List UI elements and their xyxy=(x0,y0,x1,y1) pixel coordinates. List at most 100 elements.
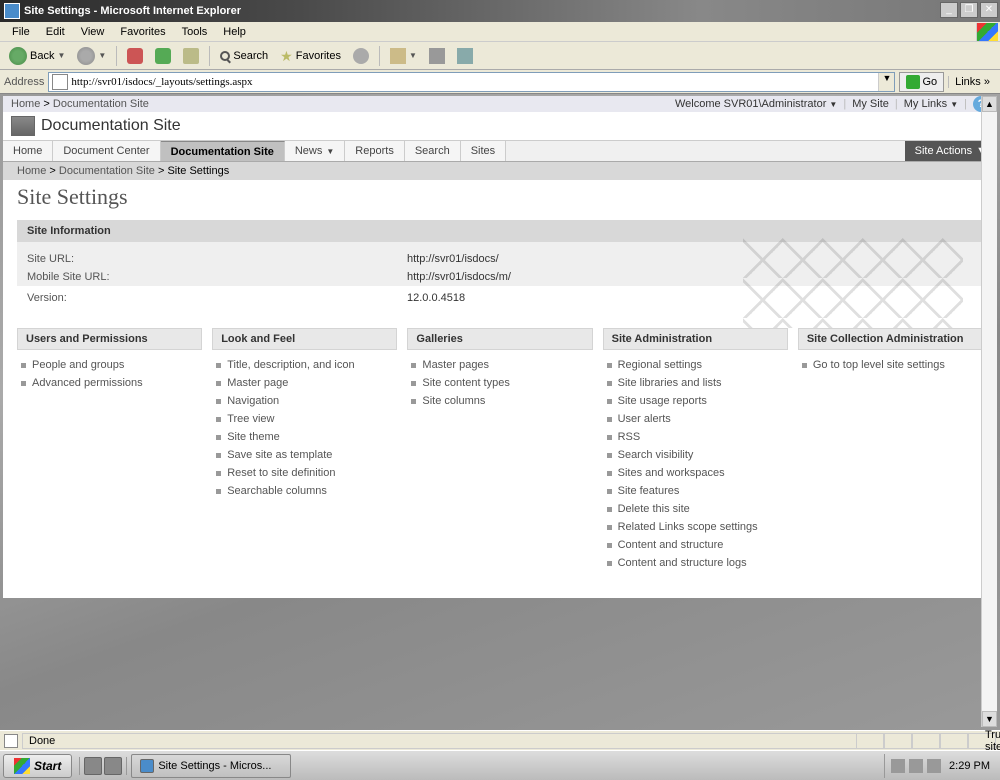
ql-desktop-icon[interactable] xyxy=(84,757,102,775)
settings-link-label[interactable]: People and groups xyxy=(32,359,124,371)
settings-link-label[interactable]: RSS xyxy=(618,431,641,443)
settings-link[interactable]: Delete this site xyxy=(607,500,784,518)
address-input-wrap[interactable]: ▼ xyxy=(48,72,895,92)
settings-link-label[interactable]: Delete this site xyxy=(618,503,690,515)
tab-documentation-site[interactable]: Documentation Site xyxy=(161,141,285,161)
settings-link-label[interactable]: Related Links scope settings xyxy=(618,521,758,533)
welcome-menu[interactable]: Welcome SVR01\Administrator ▼ xyxy=(675,98,837,110)
settings-link-label[interactable]: Site columns xyxy=(422,395,485,407)
settings-link[interactable]: Regional settings xyxy=(607,356,784,374)
settings-link-label[interactable]: Navigation xyxy=(227,395,279,407)
tray-icon[interactable] xyxy=(891,759,905,773)
tab-search[interactable]: Search xyxy=(405,141,461,161)
address-dropdown[interactable]: ▼ xyxy=(878,73,894,91)
scroll-track[interactable] xyxy=(982,112,997,711)
ql-ie-icon[interactable] xyxy=(104,757,122,775)
settings-link-label[interactable]: Content and structure logs xyxy=(618,557,747,569)
settings-link-label[interactable]: Master pages xyxy=(422,359,489,371)
menu-edit[interactable]: Edit xyxy=(38,24,73,40)
search-button[interactable]: Search xyxy=(215,47,273,65)
crumb-home[interactable]: Home xyxy=(17,165,46,177)
settings-link-label[interactable]: Search visibility xyxy=(618,449,694,461)
settings-link[interactable]: Reset to site definition xyxy=(216,464,393,482)
tray-icon[interactable] xyxy=(909,759,923,773)
menu-file[interactable]: File xyxy=(4,24,38,40)
settings-link-label[interactable]: Site theme xyxy=(227,431,280,443)
tray-icon[interactable] xyxy=(927,759,941,773)
settings-link[interactable]: People and groups xyxy=(21,356,198,374)
taskbar-task[interactable]: Site Settings - Micros... xyxy=(131,754,291,778)
chevron-down-icon[interactable]: ▼ xyxy=(57,51,65,60)
favorites-button[interactable]: ★ Favorites xyxy=(275,45,346,67)
tab-home[interactable]: Home xyxy=(3,141,53,161)
settings-link[interactable]: Site usage reports xyxy=(607,392,784,410)
settings-link-label[interactable]: Site features xyxy=(618,485,680,497)
settings-link-label[interactable]: Title, description, and icon xyxy=(227,359,354,371)
crumb-docsite[interactable]: Documentation Site xyxy=(59,165,155,177)
go-button[interactable]: Go xyxy=(899,72,944,92)
settings-link-label[interactable]: Save site as template xyxy=(227,449,332,461)
settings-link[interactable]: Master pages xyxy=(411,356,588,374)
refresh-button[interactable] xyxy=(150,45,176,67)
menu-tools[interactable]: Tools xyxy=(174,24,216,40)
home-button[interactable] xyxy=(178,45,204,67)
start-button[interactable]: Start xyxy=(3,754,72,778)
settings-link[interactable]: Master page xyxy=(216,374,393,392)
menu-view[interactable]: View xyxy=(73,24,113,40)
mail-button[interactable]: ▼ xyxy=(385,45,422,67)
settings-link[interactable]: Site features xyxy=(607,482,784,500)
settings-link-label[interactable]: Site usage reports xyxy=(618,395,707,407)
settings-link-label[interactable]: Site content types xyxy=(422,377,509,389)
settings-link[interactable]: Save site as template xyxy=(216,446,393,464)
settings-link-label[interactable]: Tree view xyxy=(227,413,274,425)
settings-link-label[interactable]: Regional settings xyxy=(618,359,702,371)
settings-link[interactable]: Searchable columns xyxy=(216,482,393,500)
menu-help[interactable]: Help xyxy=(215,24,254,40)
settings-link-label[interactable]: Sites and workspaces xyxy=(618,467,725,479)
settings-link[interactable]: Advanced permissions xyxy=(21,374,198,392)
tab-sites[interactable]: Sites xyxy=(461,141,506,161)
tab-news[interactable]: News▼ xyxy=(285,141,345,161)
scroll-up-button[interactable]: ▲ xyxy=(982,96,997,112)
chevron-down-icon[interactable]: ▼ xyxy=(98,51,106,60)
stop-button[interactable] xyxy=(122,45,148,67)
settings-link[interactable]: Site libraries and lists xyxy=(607,374,784,392)
vertical-scrollbar[interactable]: ▲ ▼ xyxy=(981,96,997,727)
settings-link-label[interactable]: Reset to site definition xyxy=(227,467,335,479)
close-button[interactable]: ✕ xyxy=(980,2,998,18)
settings-link[interactable]: Site columns xyxy=(411,392,588,410)
global-crumb-site[interactable]: Documentation Site xyxy=(53,98,149,110)
settings-link[interactable]: Content and structure xyxy=(607,536,784,554)
settings-link[interactable]: Site theme xyxy=(216,428,393,446)
settings-link-label[interactable]: Go to top level site settings xyxy=(813,359,945,371)
global-crumb-home[interactable]: Home xyxy=(11,98,40,110)
settings-link[interactable]: Content and structure logs xyxy=(607,554,784,572)
mylinks-menu[interactable]: My Links ▼ xyxy=(904,98,958,110)
settings-link-label[interactable]: User alerts xyxy=(618,413,671,425)
settings-link[interactable]: Related Links scope settings xyxy=(607,518,784,536)
settings-link[interactable]: User alerts xyxy=(607,410,784,428)
settings-link[interactable]: RSS xyxy=(607,428,784,446)
links-toolbar[interactable]: Links » xyxy=(948,76,996,88)
scroll-down-button[interactable]: ▼ xyxy=(982,711,997,727)
settings-link-label[interactable]: Content and structure xyxy=(618,539,724,551)
address-input[interactable] xyxy=(71,76,878,88)
minimize-button[interactable]: _ xyxy=(940,2,958,18)
settings-link[interactable]: Title, description, and icon xyxy=(216,356,393,374)
forward-button[interactable]: ▼ xyxy=(72,44,111,68)
back-button[interactable]: Back ▼ xyxy=(4,44,70,68)
settings-link[interactable]: Go to top level site settings xyxy=(802,356,979,374)
history-button[interactable] xyxy=(348,45,374,67)
tab-document-center[interactable]: Document Center xyxy=(53,141,160,161)
edit-button[interactable] xyxy=(452,45,478,67)
settings-link[interactable]: Tree view xyxy=(216,410,393,428)
settings-link-label[interactable]: Master page xyxy=(227,377,288,389)
settings-link[interactable]: Site content types xyxy=(411,374,588,392)
settings-link-label[interactable]: Site libraries and lists xyxy=(618,377,722,389)
menu-favorites[interactable]: Favorites xyxy=(112,24,173,40)
settings-link-label[interactable]: Advanced permissions xyxy=(32,377,143,389)
mysite-link[interactable]: My Site xyxy=(852,98,889,110)
settings-link-label[interactable]: Searchable columns xyxy=(227,485,327,497)
tab-reports[interactable]: Reports xyxy=(345,141,405,161)
settings-link[interactable]: Navigation xyxy=(216,392,393,410)
